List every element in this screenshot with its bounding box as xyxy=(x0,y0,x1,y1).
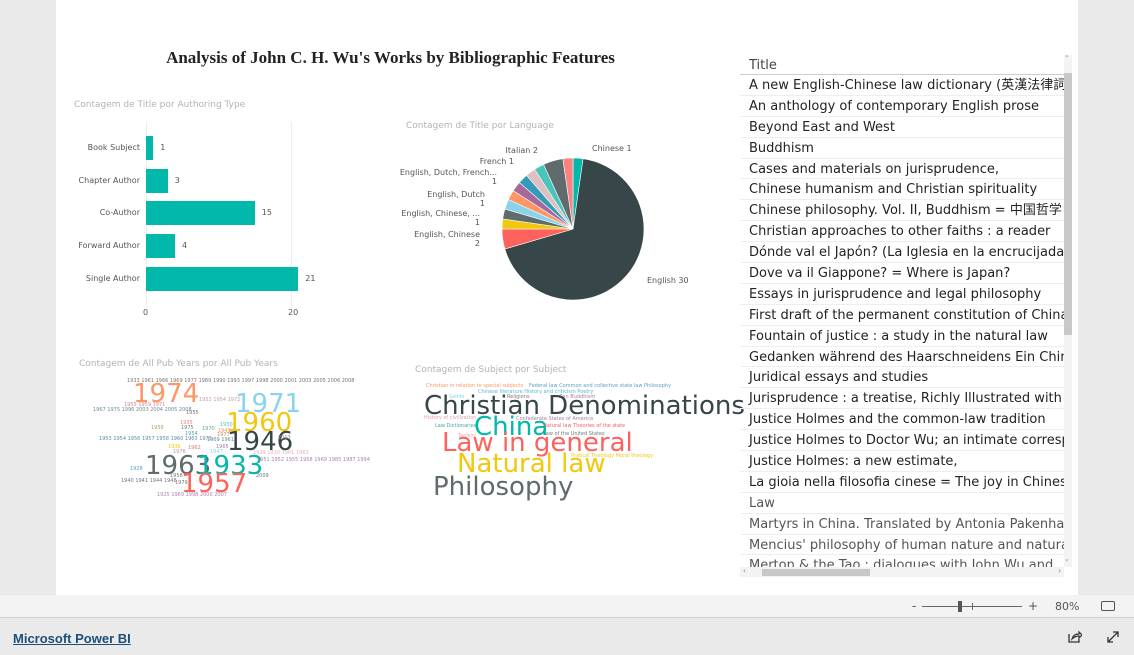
bar-chart-title: Contagem de Title por Authoring Type xyxy=(74,100,246,110)
table-row[interactable]: Dónde val el Japón? (La Iglesia en la en… xyxy=(740,242,1064,264)
table-row[interactable]: A new English-Chinese law dictionary (英漢… xyxy=(740,75,1064,96)
subject-cloud-title: Contagem de Subject por Subject xyxy=(415,365,567,375)
bar[interactable] xyxy=(146,201,255,225)
cloud-word[interactable]: 1925 1969 1998 2000 2007 xyxy=(157,493,227,498)
table-row[interactable]: Gedanken während des Haarschneidens Ein … xyxy=(740,347,1064,368)
zoom-out-button[interactable]: - xyxy=(912,600,916,612)
cloud-word[interactable]: 2009 xyxy=(256,474,269,479)
table-row[interactable]: Cases and materials on jurisprudence, xyxy=(740,159,1064,180)
year-cloud-title: Contagem de All Pub Years por All Pub Ye… xyxy=(79,359,278,369)
horizontal-scrollbar[interactable]: ‹ › xyxy=(740,567,1064,577)
pie-data-label: Chinese 1 xyxy=(592,144,632,153)
table-header-title[interactable]: Title xyxy=(740,55,1071,75)
zoom-in-button[interactable]: + xyxy=(1028,600,1038,612)
table-row[interactable]: Justice Holmes to Doctor Wu; an intimate… xyxy=(740,430,1064,452)
scroll-right-icon[interactable]: › xyxy=(1058,567,1061,575)
scroll-left-icon[interactable]: ‹ xyxy=(743,567,746,575)
table-row[interactable]: First draft of the permanent constitutio… xyxy=(740,305,1064,326)
table-row[interactable]: Christian approaches to other faiths : a… xyxy=(740,221,1064,243)
x-tick-label: 0 xyxy=(143,308,149,317)
table-row[interactable]: Justice Holmes and the common-law tradit… xyxy=(740,409,1064,431)
table-row[interactable]: Buddhism xyxy=(740,138,1064,159)
table-row[interactable]: Juridical essays and studies xyxy=(740,367,1064,389)
pie-data-label: English, Chinese, ... 1 xyxy=(401,209,480,227)
report-title: Analysis of John C. H. Wu's Works by Bib… xyxy=(166,48,615,67)
table-row[interactable]: Chinese philosophy. Vol. II, Buddhism = … xyxy=(740,200,1064,222)
zoom-slider[interactable] xyxy=(922,601,1022,612)
data-label: 4 xyxy=(182,241,188,250)
zoom-bar: - + 80% xyxy=(0,595,1134,618)
scroll-down-icon[interactable]: ˅ xyxy=(1065,559,1069,567)
cloud-word[interactable]: 1970 xyxy=(202,427,215,432)
zoom-slider-thumb[interactable] xyxy=(958,601,962,612)
vertical-scrollbar[interactable]: ˄ ˅ xyxy=(1064,55,1072,567)
category-label: Book Subject xyxy=(87,143,140,152)
cloud-word[interactable]: Philosophy xyxy=(433,474,573,500)
pie-data-label: English, Dutch 1 xyxy=(427,190,485,208)
table-row[interactable]: Dove va il Giappone? = Where is Japan? xyxy=(740,263,1064,284)
bar[interactable] xyxy=(146,267,299,291)
table-row[interactable]: Justice Holmes: a new estimate, xyxy=(740,451,1064,472)
data-label: 15 xyxy=(261,208,272,217)
cloud-word[interactable]: History of civilization xyxy=(424,416,476,421)
data-label: 21 xyxy=(305,274,316,283)
table-row[interactable]: Chinese humanism and Christian spiritual… xyxy=(740,179,1064,201)
table-row[interactable]: Fountain of justice : a study in the nat… xyxy=(740,326,1064,347)
category-label: Co-Author xyxy=(99,208,140,217)
pie-data-label: English, Dutch, French... 1 xyxy=(399,168,497,186)
cloud-word[interactable]: 1951 1952 1955 1958 1969 1985 1987 1994 xyxy=(257,458,370,463)
pie-data-label: French 1 xyxy=(479,157,514,166)
power-bi-link[interactable]: Microsoft Power BI xyxy=(13,631,131,646)
x-tick-label: 20 xyxy=(288,308,299,317)
cloud-word[interactable]: 2013 xyxy=(278,436,291,441)
cloud-word[interactable]: 1956 xyxy=(151,426,164,431)
cloud-word[interactable]: 1953 1954 1956 1957 1958 1960 1963 1975 xyxy=(99,437,212,442)
table-row[interactable]: Beyond East and West xyxy=(740,117,1064,138)
zoom-level: 80% xyxy=(1055,600,1080,613)
table-row[interactable]: La gioia nella filosofia cinese = The jo… xyxy=(740,472,1064,493)
table-row[interactable]: Jurisprudence : a treatise, Richly Illus… xyxy=(740,388,1064,410)
data-label: 3 xyxy=(174,176,180,185)
pie-data-label: English, Chinese 2 xyxy=(414,230,480,248)
table-row[interactable]: Mencius' philosophy of human nature and … xyxy=(740,535,1064,556)
vertical-scroll-thumb[interactable] xyxy=(1064,73,1072,335)
cloud-word[interactable]: 1967 1975 1996 2003 2004 2005 2008 xyxy=(93,408,192,413)
zoom-center-tick xyxy=(972,603,973,610)
cloud-word[interactable]: 1940 1941 1944 1948 xyxy=(121,479,177,484)
pie-data-label: English 30 xyxy=(647,276,689,285)
share-icon[interactable] xyxy=(1067,630,1082,644)
horizontal-scroll-thumb[interactable] xyxy=(762,569,870,576)
category-label: Chapter Author xyxy=(78,176,140,185)
footer: Microsoft Power BI xyxy=(0,618,1134,655)
bar[interactable] xyxy=(146,136,154,160)
bar[interactable] xyxy=(146,234,175,258)
cloud-word[interactable]: 1928 xyxy=(130,467,143,472)
category-label: Single Author xyxy=(85,274,140,283)
data-label: 1 xyxy=(160,143,166,152)
table-row[interactable]: Martyrs in China. Translated by Antonia … xyxy=(740,514,1064,535)
bar[interactable] xyxy=(146,169,168,193)
fullscreen-icon[interactable] xyxy=(1106,630,1120,644)
table-row[interactable]: Law xyxy=(740,493,1064,514)
title-table[interactable]: Title A new English-Chinese law dictiona… xyxy=(740,55,1071,577)
pie-data-label: Italian 2 xyxy=(505,146,538,155)
cloud-word[interactable]: 1969 1961 xyxy=(207,438,234,443)
fit-to-page-icon[interactable] xyxy=(1101,601,1115,611)
category-label: Forward Author xyxy=(78,241,140,250)
scroll-up-icon[interactable]: ˄ xyxy=(1065,55,1069,63)
table-body: A new English-Chinese law dictionary (英漢… xyxy=(740,75,1071,577)
table-row[interactable]: An anthology of contemporary English pro… xyxy=(740,96,1064,117)
cloud-word[interactable]: 1955 xyxy=(186,411,199,416)
table-row[interactable]: Essays in jurisprudence and legal philos… xyxy=(740,284,1064,305)
